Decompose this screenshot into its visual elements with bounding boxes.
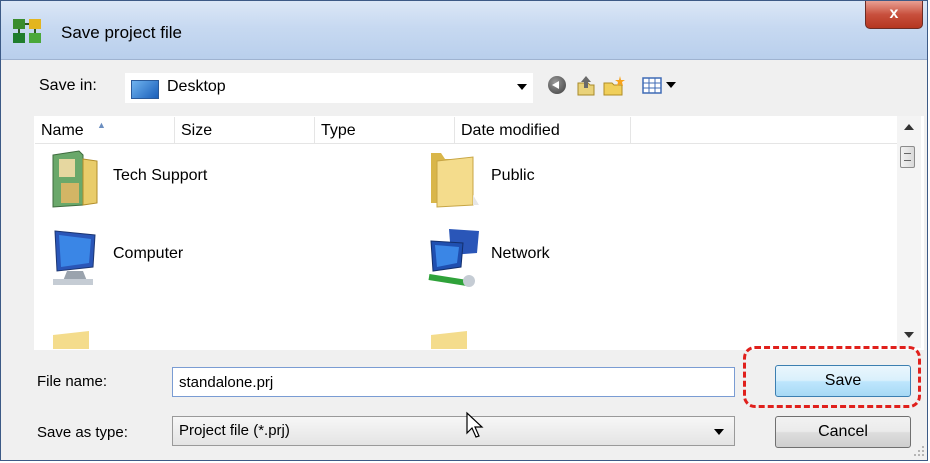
up-folder-icon (577, 76, 595, 96)
new-folder-button[interactable] (601, 71, 627, 101)
user-folder-icon (52, 150, 98, 208)
mouse-pointer-icon (466, 411, 484, 438)
save-in-dropdown[interactable]: Desktop (124, 72, 534, 104)
title-bar[interactable]: Save project file x (1, 1, 927, 60)
chevron-down-icon[interactable] (517, 84, 527, 90)
list-item[interactable]: Network (427, 227, 727, 287)
sort-ascending-icon: ▲ (97, 120, 106, 130)
save-in-label: Save in: (39, 77, 97, 94)
save-as-type-value: Project file (*.prj) (179, 422, 290, 439)
item-label: Public (491, 167, 535, 184)
scroll-thumb[interactable] (900, 146, 915, 168)
item-label: Computer (113, 245, 184, 262)
item-label: Network (491, 245, 550, 262)
views-menu-icon (642, 77, 676, 94)
folder-icon (431, 331, 467, 349)
column-size[interactable]: Size (175, 117, 315, 143)
save-in-value: Desktop (167, 78, 226, 95)
file-name-input[interactable] (172, 367, 735, 397)
column-type[interactable]: Type (315, 117, 455, 143)
back-button[interactable] (546, 71, 570, 101)
save-button-highlight (743, 346, 921, 408)
save-project-dialog: Save project file x Save in: Desktop Nam… (0, 0, 928, 461)
item-label: Tech Support (113, 167, 208, 184)
folder-icon (53, 331, 89, 349)
app-icon (13, 19, 41, 43)
resize-grip-icon[interactable] (913, 445, 925, 457)
list-item[interactable] (427, 331, 487, 349)
back-icon (548, 76, 566, 94)
list-item[interactable]: Public (427, 149, 727, 209)
column-date-modified[interactable]: Date modified (455, 117, 631, 143)
folder-icon (431, 153, 479, 208)
list-item[interactable]: Tech Support (49, 149, 349, 209)
desktop-icon (131, 80, 159, 99)
vertical-scrollbar[interactable] (897, 116, 921, 348)
network-icon (428, 229, 479, 287)
cancel-button[interactable]: Cancel (775, 416, 911, 448)
views-menu-button[interactable] (639, 71, 683, 101)
list-item[interactable] (49, 331, 109, 349)
scroll-up-icon[interactable] (904, 124, 914, 130)
close-button[interactable]: x (865, 1, 923, 29)
file-list[interactable]: Name ▲ Size Type Date modified Tech Supp… (34, 116, 924, 350)
save-as-type-dropdown[interactable]: Project file (*.prj) (172, 416, 735, 446)
up-folder-button[interactable] (574, 71, 598, 101)
save-as-type-label: Save as type: (37, 424, 128, 441)
list-item[interactable]: Computer (49, 227, 349, 287)
computer-icon (53, 230, 96, 285)
file-name-label: File name: (37, 373, 108, 390)
chevron-down-icon[interactable] (714, 429, 724, 435)
window-title: Save project file (61, 23, 182, 42)
scroll-down-icon[interactable] (904, 332, 914, 338)
new-folder-icon (603, 76, 625, 96)
column-name[interactable]: Name ▲ (35, 117, 175, 143)
column-header: Name ▲ Size Type Date modified (35, 117, 897, 144)
